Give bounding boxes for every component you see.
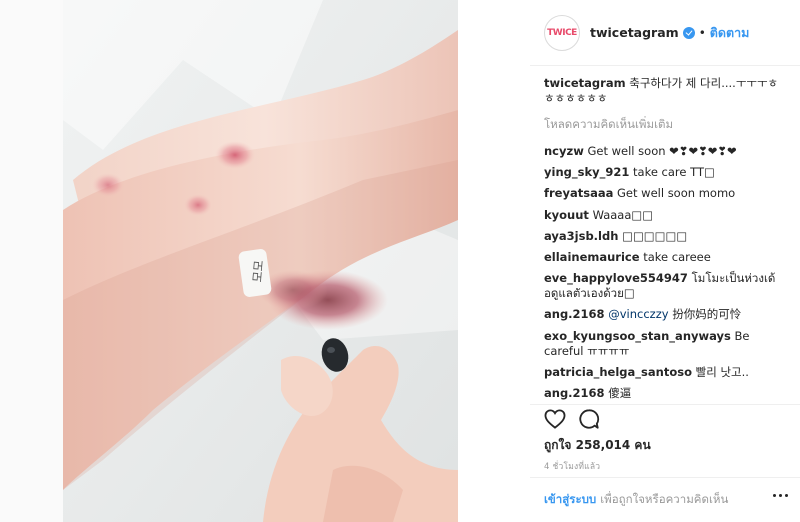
comment-item: ncyzw Get well soon ❤❣❤❣❤❣❤ xyxy=(544,144,784,159)
comment-username[interactable]: eve_happylove554947 xyxy=(544,271,688,285)
comment-username[interactable]: ang.2168 xyxy=(544,307,605,321)
comments-section: twicetagram 축구하다가 제 다리....ㅜㅜㅜㅎㅎㅎㅎㅎㅎㅎ โหล… xyxy=(544,76,784,407)
comment-item: ang.2168 @vincczzy 扮你妈的可怜 xyxy=(544,307,784,322)
comment-text: take careee xyxy=(643,249,711,264)
comment-username[interactable]: ying_sky_921 xyxy=(544,165,629,179)
follow-button[interactable]: ติดตาม xyxy=(710,23,750,43)
comment-item: exo_kyungsoo_stan_anyways Be careful ㅠㅠㅠ… xyxy=(544,329,784,359)
comment-username[interactable]: ang.2168 xyxy=(544,386,605,400)
likes-count[interactable]: ถูกใจ 258,014 คน xyxy=(544,436,651,455)
page-background xyxy=(0,0,63,522)
comment-text: 빨리 낫고.. xyxy=(695,364,749,379)
comment-text: Waaaa□□ xyxy=(592,207,654,222)
post-header: TWICE twicetagram • ติดตาม xyxy=(530,0,800,66)
comment-item: ang.2168 傻逼 xyxy=(544,386,784,401)
comment-username[interactable]: ellainemaurice xyxy=(544,250,640,264)
comment-item: freyatsaaa Get well soon momo xyxy=(544,186,784,201)
comment-username[interactable]: ncyzw xyxy=(544,144,584,158)
comment-username[interactable]: aya3jsb.ldh xyxy=(544,229,618,243)
comment-item: patricia_helga_santoso 빨리 낫고.. xyxy=(544,365,784,380)
comment-item: eve_happylove554947 โมโมะเป็นห่วงเด้อดูแ… xyxy=(544,271,784,301)
photo-legs-bruises: 모모 xyxy=(63,0,458,522)
header-dot-separator: • xyxy=(698,25,706,40)
post-photo[interactable]: 모모 xyxy=(63,0,458,522)
header-username[interactable]: twicetagram xyxy=(590,25,679,40)
comment-item: aya3jsb.ldh □□□□□□ xyxy=(544,229,784,244)
more-options-icon[interactable] xyxy=(773,494,788,497)
comment-username[interactable]: freyatsaaa xyxy=(544,186,613,200)
comment-item: kyouut Waaaa□□ xyxy=(544,208,784,223)
avatar[interactable]: TWICE xyxy=(544,14,580,51)
comment-username[interactable]: exo_kyungsoo_stan_anyways xyxy=(544,329,731,343)
avatar-logo: TWICE xyxy=(547,27,577,38)
login-prompt: เข้าสู่ระบบ เพื่อถูกใจหรือความคิดเห็น xyxy=(530,477,800,522)
comment-item: ying_sky_921 take care TT□ xyxy=(544,165,784,180)
login-link[interactable]: เข้าสู่ระบบ xyxy=(544,491,596,509)
comment-text: Get well soon momo xyxy=(617,186,736,201)
photo-tag-label: 모모 xyxy=(250,260,266,283)
heart-icon[interactable] xyxy=(544,409,566,429)
caption-username[interactable]: twicetagram xyxy=(544,76,626,90)
comment-icon[interactable] xyxy=(578,408,600,430)
comment-text: Get well soon ❤❣❤❣❤❣❤ xyxy=(587,144,737,158)
post-actions xyxy=(544,406,612,432)
comment-username[interactable]: kyouut xyxy=(544,208,589,222)
comment-text: □□□□□□ xyxy=(622,228,688,243)
comment-username[interactable]: patricia_helga_santoso xyxy=(544,365,692,379)
login-prompt-text: เพื่อถูกใจหรือความคิดเห็น xyxy=(600,492,729,506)
caption: twicetagram 축구하다가 제 다리....ㅜㅜㅜㅎㅎㅎㅎㅎㅎㅎ xyxy=(544,76,784,106)
comment-item: ellainemaurice take careee xyxy=(544,250,784,265)
comment-text: 扮你妈的可怜 xyxy=(672,307,742,322)
comment-text: take care TT□ xyxy=(633,165,715,180)
comment-text: 傻逼 xyxy=(608,385,632,400)
load-more-comments-link[interactable]: โหลดความคิดเห็นเพิ่มเติม xyxy=(544,116,784,134)
actions-divider xyxy=(530,404,800,405)
verified-icon xyxy=(682,26,695,39)
comment-mention-link[interactable]: @vincczzy xyxy=(608,307,668,321)
post-timestamp[interactable]: 4 ชั่วโมงที่แล้ว xyxy=(544,459,600,473)
